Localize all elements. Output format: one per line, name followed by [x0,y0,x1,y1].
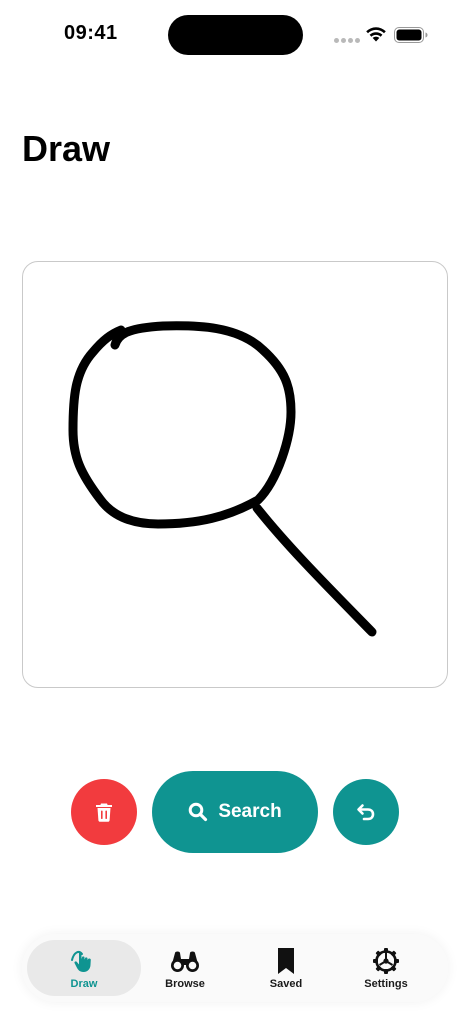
trash-icon [96,803,112,822]
page-title: Draw [22,128,111,169]
status-time: 09:41 [64,22,118,44]
delete-button[interactable] [71,779,137,845]
search-button[interactable]: Search [152,771,318,853]
binoculars-icon [169,947,201,975]
bookmark-icon [270,947,302,975]
search-icon [189,802,208,822]
cellular-signal-icon [334,38,360,43]
undo-button[interactable] [333,779,399,845]
drawn-stroke-loop [68,321,296,529]
search-button-label: Search [218,801,282,822]
tab-label: Settings [364,977,408,990]
tab-saved[interactable]: Saved [229,940,343,996]
drawn-stroke-handle [252,503,377,637]
dynamic-island [168,15,303,55]
drawing-strokes [68,321,377,637]
battery-icon [394,27,428,43]
tab-browse[interactable]: Browse [128,940,242,996]
wifi-icon [366,27,386,42]
undo-icon [357,804,375,821]
tab-bar: Draw Browse Saved Settings [22,934,448,1002]
tab-draw[interactable]: Draw [27,940,141,996]
drawing-canvas[interactable] [22,261,448,688]
hand-draw-icon [68,947,100,975]
tab-label: Browse [165,977,205,990]
tab-settings[interactable]: Settings [329,940,443,996]
tab-label: Draw [70,977,98,990]
tab-label: Saved [269,977,303,990]
gear-icon [370,947,402,975]
